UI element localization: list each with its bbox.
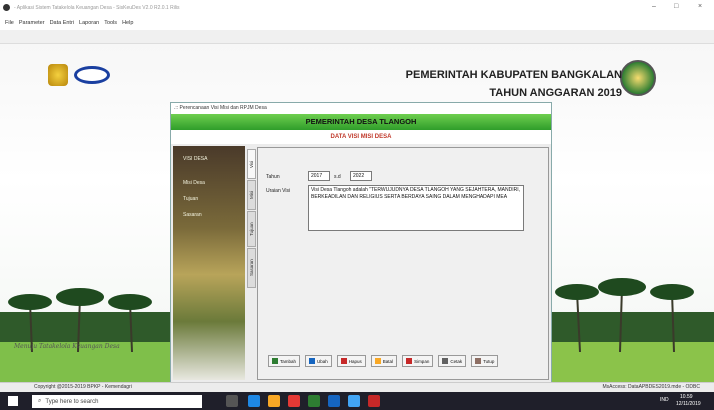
- menu-parameter[interactable]: Parameter: [19, 20, 45, 26]
- edge-icon[interactable]: [248, 395, 260, 407]
- menu-tools[interactable]: Tools: [104, 20, 117, 26]
- nav-tujuan[interactable]: Tujuan: [183, 196, 198, 202]
- close-button[interactable]: ×: [698, 3, 702, 10]
- window-title: - Aplikasi Sistem Tatakelola Keuangan De…: [14, 5, 180, 11]
- farmer-image-panel: VISI DESA Misi Desa Tujuan Sasaran: [173, 146, 245, 380]
- form-panel: Tahun 2017 s.d 2022 Uraian Visi Visi Des…: [257, 147, 549, 380]
- tambah-button[interactable]: Tambah: [268, 355, 301, 367]
- palm-trees-left-image: [0, 288, 175, 382]
- menu-help[interactable]: Help: [122, 20, 133, 26]
- siskeudes-taskbar-icon[interactable]: [368, 395, 380, 407]
- visi-misi-dialog: .:: Perencanaan Visi Misi dan RPJM Desa …: [170, 102, 552, 384]
- language-indicator[interactable]: IND: [660, 397, 669, 403]
- cetak-button[interactable]: Cetak: [438, 355, 467, 367]
- nav-misi-desa[interactable]: Misi Desa: [183, 180, 205, 186]
- hapus-button[interactable]: Hapus: [336, 355, 366, 367]
- windows-taskbar: ⌕ Type here to search IND 10.59 12/11/20…: [0, 392, 714, 410]
- clock-time[interactable]: 10.59: [680, 394, 693, 400]
- batal-label: Batal: [382, 358, 394, 364]
- hapus-label: Hapus: [348, 358, 362, 364]
- header-line-1: PEMERINTAH KABUPATEN BANGKALAN: [405, 69, 622, 81]
- dialog-title: .:: Perencanaan Visi Misi dan RPJM Desa: [171, 103, 551, 114]
- file-explorer-icon[interactable]: [268, 395, 280, 407]
- tutup-label: Tutup: [483, 358, 495, 364]
- simpan-label: Simpan: [414, 358, 430, 364]
- tab-tujuan[interactable]: Tujuan: [247, 211, 256, 247]
- simpan-button[interactable]: Simpan: [402, 355, 434, 367]
- tab-sasaran[interactable]: Sasaran: [247, 248, 256, 288]
- batal-button[interactable]: Batal: [370, 355, 398, 367]
- store-icon[interactable]: [348, 395, 360, 407]
- excel-icon[interactable]: [308, 395, 320, 407]
- app-icon: [3, 4, 10, 11]
- delete-icon: [340, 358, 347, 364]
- minimize-button[interactable]: –: [652, 3, 656, 10]
- tahun-from-field[interactable]: 2017: [308, 171, 330, 181]
- clock-date[interactable]: 12/11/2019: [676, 401, 701, 407]
- tahun-label: Tahun: [266, 174, 280, 180]
- nav-visi-desa[interactable]: VISI DESA: [183, 156, 207, 162]
- nav-sasaran[interactable]: Sasaran: [183, 212, 202, 218]
- tambah-label: Tambah: [280, 358, 297, 364]
- ubah-button[interactable]: Ubah: [305, 355, 332, 367]
- menu-file[interactable]: File: [5, 20, 14, 26]
- tahun-to-field[interactable]: 2022: [350, 171, 372, 181]
- app-icon-blue[interactable]: [328, 395, 340, 407]
- maximize-button[interactable]: □: [674, 3, 678, 10]
- printer-icon: [442, 358, 449, 364]
- search-icon: ⌕: [38, 398, 42, 404]
- toolbar-strip: [0, 30, 714, 44]
- sd-label: s.d: [334, 174, 341, 180]
- vertical-tabs: Visi Misi Tujuan Sasaran: [247, 149, 256, 379]
- header-line-2: TAHUN ANGGARAN 2019: [489, 87, 622, 99]
- edit-icon: [309, 358, 316, 364]
- taskbar-search[interactable]: ⌕ Type here to search: [32, 395, 202, 408]
- uraian-visi-label: Uraian Visi: [266, 188, 291, 194]
- search-placeholder: Type here to search: [45, 398, 99, 405]
- bangkalan-emblem: [620, 60, 656, 96]
- dialog-heading: PEMERINTAH DESA TLANGOH: [171, 114, 551, 130]
- chrome-icon[interactable]: [288, 395, 300, 407]
- uraian-visi-textarea[interactable]: Visi Desa Tlangoh adalah "TERWUJUDNYA DE…: [308, 185, 524, 231]
- exit-icon: [475, 358, 482, 364]
- kemendagri-logo: [48, 64, 68, 86]
- action-button-bar: Tambah Ubah Hapus Batal Simpan Cetak Tut…: [268, 352, 540, 370]
- government-header: PEMERINTAH KABUPATEN BANGKALAN TAHUN ANG…: [406, 66, 622, 102]
- tutup-button[interactable]: Tutup: [471, 355, 499, 367]
- copyright-text: Copyright @2015-2019 BPKP - Kemendagri: [34, 384, 132, 390]
- menu-data-entri[interactable]: Data Entri: [50, 20, 74, 26]
- slogan-text: Menuju Tatakelola Keuangan Desa: [14, 343, 120, 350]
- task-view-icon[interactable]: [226, 395, 238, 407]
- dialog-subheading: DATA VISI MISI DESA: [171, 130, 551, 144]
- status-bar: Copyright @2015-2019 BPKP - Kemendagri M…: [0, 382, 714, 392]
- start-button[interactable]: [8, 396, 18, 406]
- menu-bar: File Parameter Data Entri Laporan Tools …: [0, 16, 714, 30]
- cancel-icon: [374, 358, 381, 364]
- bpkp-logo: [74, 66, 110, 84]
- cetak-label: Cetak: [450, 358, 463, 364]
- database-status: MsAccess: DataAPBDES2019.mde - ODBC: [602, 384, 700, 390]
- menu-laporan[interactable]: Laporan: [79, 20, 99, 26]
- checkmark-icon: [406, 358, 413, 364]
- ubah-label: Ubah: [317, 358, 328, 364]
- palm-trees-right-image: [552, 278, 714, 382]
- tab-misi[interactable]: Misi: [247, 180, 256, 210]
- add-icon: [272, 358, 278, 364]
- tab-visi[interactable]: Visi: [247, 149, 256, 179]
- window-title-bar: - Aplikasi Sistem Tatakelola Keuangan De…: [0, 0, 714, 16]
